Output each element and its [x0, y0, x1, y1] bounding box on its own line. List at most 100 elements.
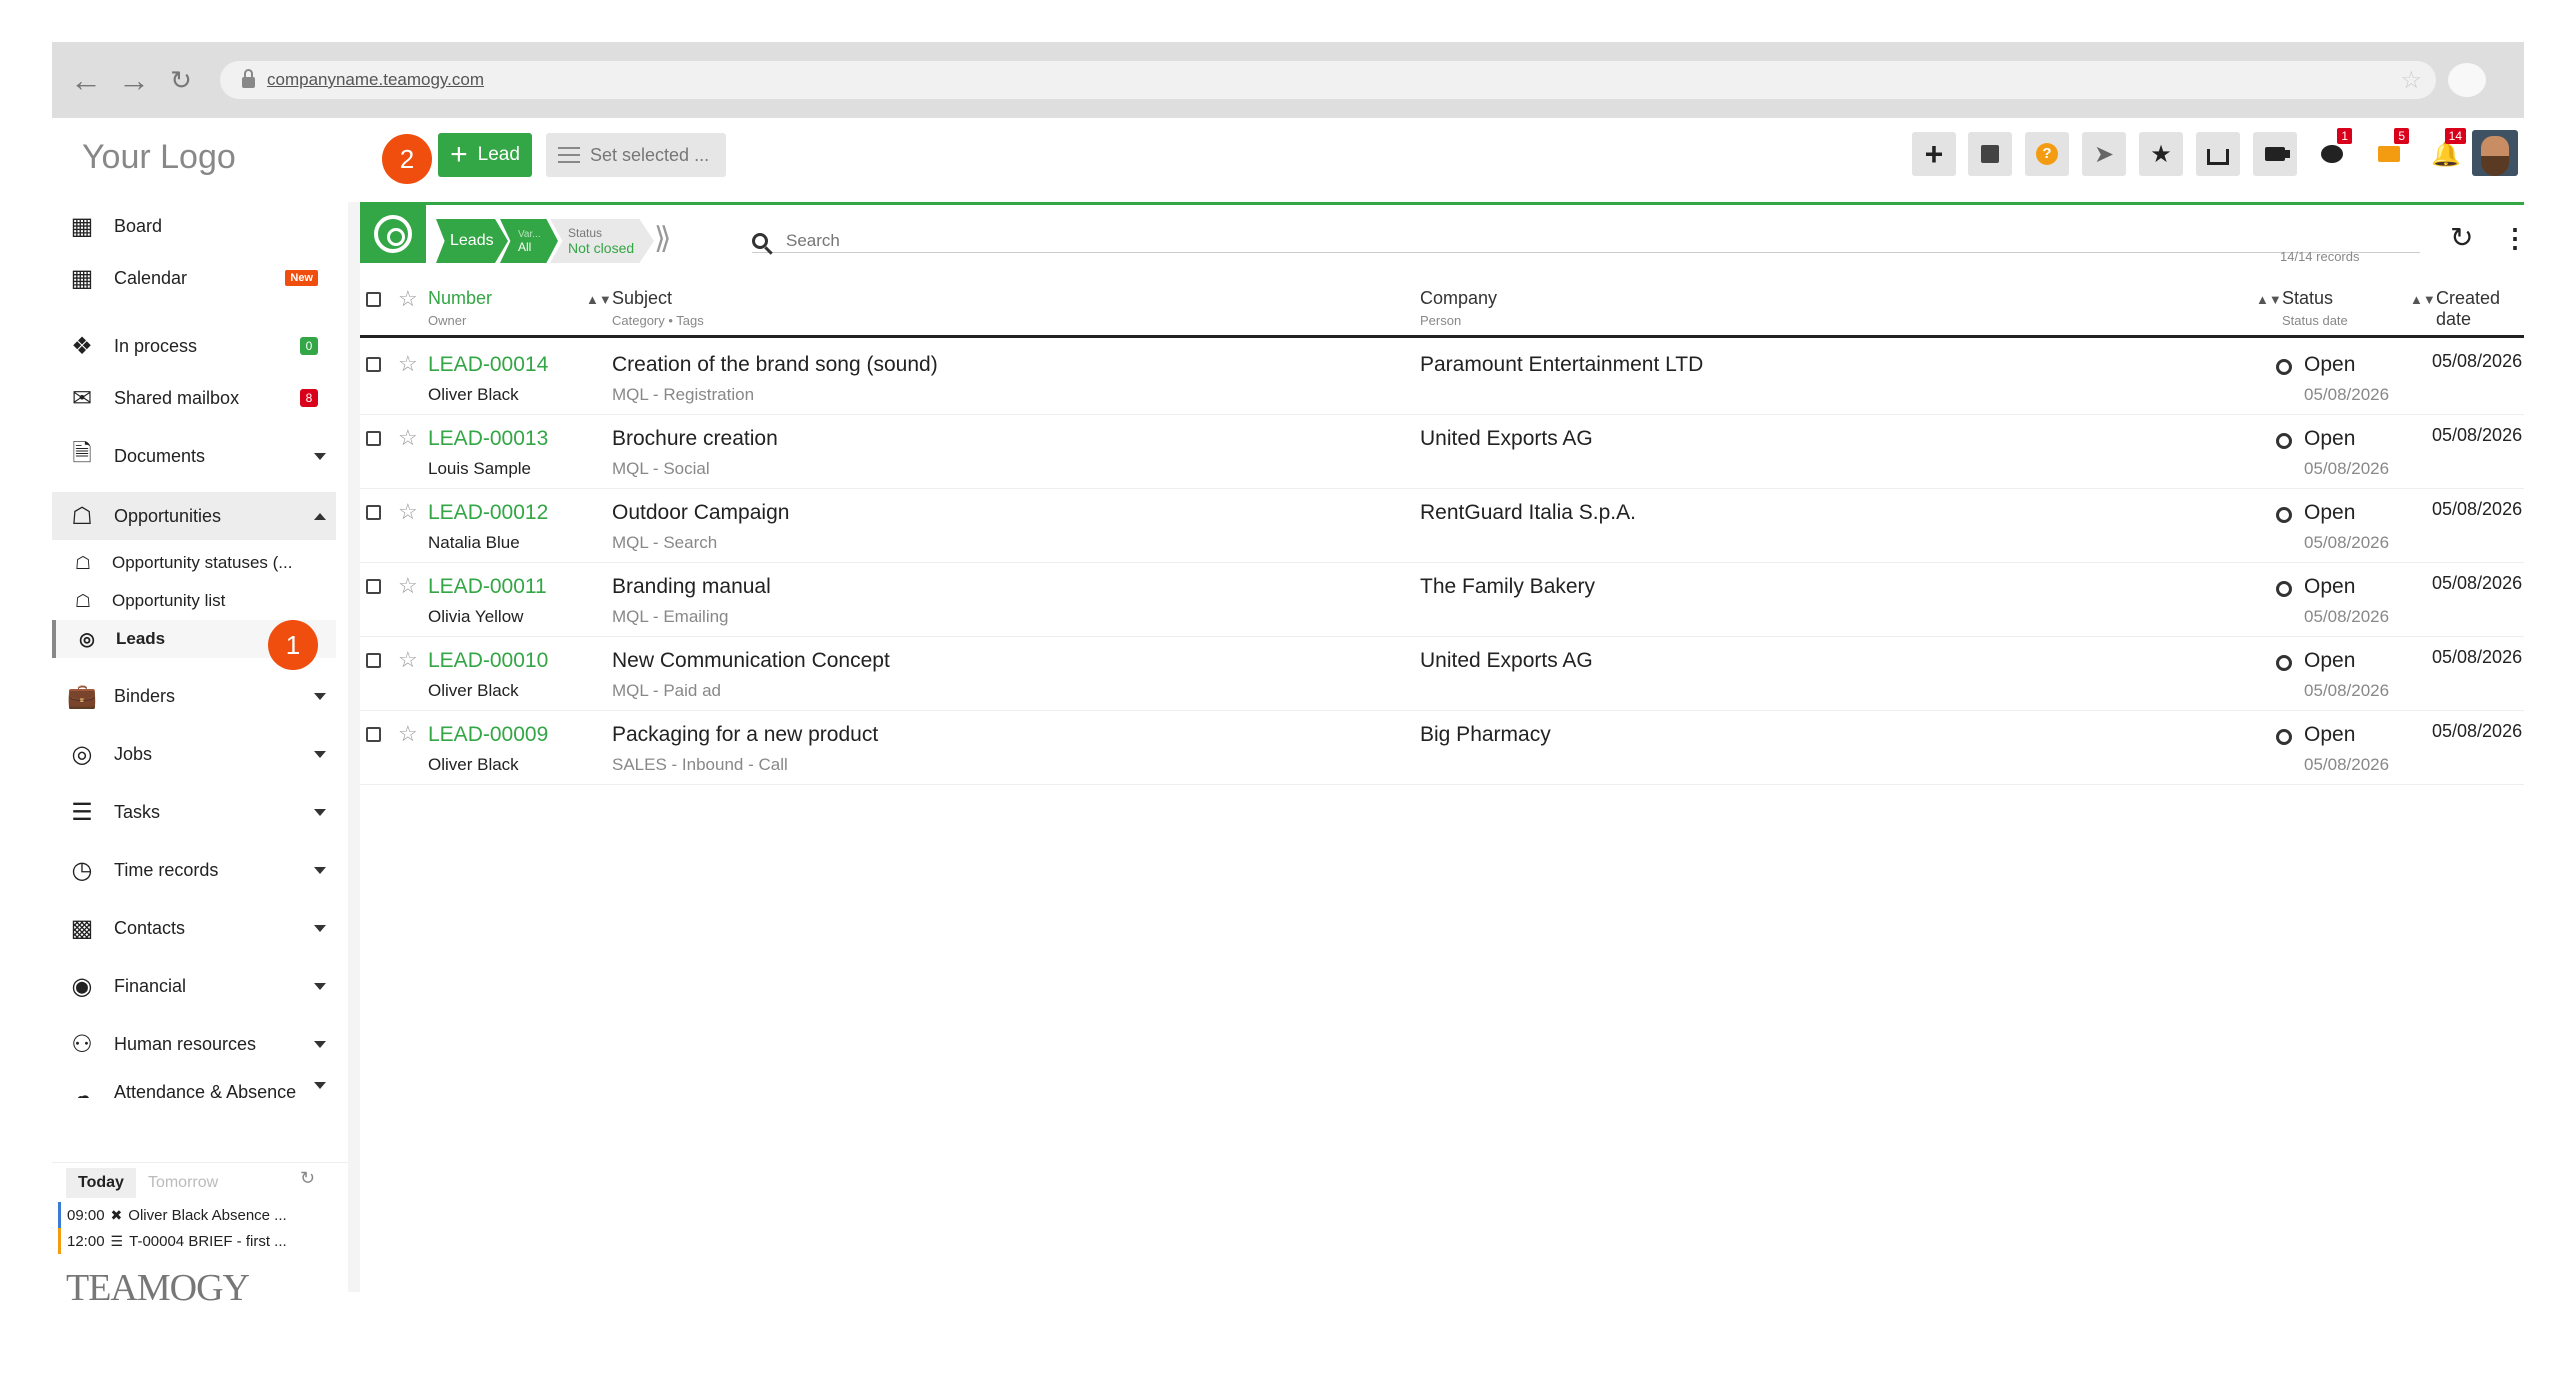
sidebar-item-board[interactable]: ▦ Board — [52, 204, 336, 248]
table-row[interactable]: ☆ LEAD-00014 Oliver Black Creation of the… — [360, 341, 2524, 415]
column-number-label: Number — [428, 288, 493, 308]
lead-number[interactable]: LEAD-00009 — [428, 723, 548, 747]
sort-icon[interactable]: ▲▼ — [2410, 292, 2436, 307]
lead-status: Open — [2304, 575, 2356, 598]
sidebar-item-human-resources[interactable]: ⚇ Human resources — [52, 1022, 336, 1066]
table-row[interactable]: ☆ LEAD-00010 Oliver Black New Communicati… — [360, 637, 2524, 711]
lead-subject: Brochure creation — [612, 427, 778, 450]
set-selected-button[interactable]: Set selected ... — [546, 133, 726, 177]
sidebar-item-opportunities[interactable]: ☖ Opportunities — [52, 492, 336, 540]
star-icon[interactable]: ☆ — [398, 647, 418, 673]
lead-number[interactable]: LEAD-00010 — [428, 649, 548, 673]
lead-number[interactable]: LEAD-00014 — [428, 353, 548, 377]
breadcrumb-variant[interactable]: Var... All — [500, 219, 558, 263]
more-options-icon[interactable]: ⋮ — [2502, 223, 2528, 254]
sidebar-item-tasks[interactable]: ☰ Tasks — [52, 790, 336, 834]
send-button[interactable]: ➤ — [2082, 132, 2126, 176]
tab-today[interactable]: Today — [66, 1168, 136, 1198]
table-row[interactable]: ☆ LEAD-00013 Louis Sample Brochure creati… — [360, 415, 2524, 489]
sidebar-item-in-process[interactable]: ❖ In process 0 — [52, 324, 336, 368]
sidebar-item-label: Calendar — [114, 267, 188, 288]
favorites-button[interactable]: ★ — [2139, 132, 2183, 176]
row-checkbox[interactable] — [366, 579, 381, 594]
forward-icon[interactable]: → — [118, 62, 150, 99]
status-filter-label: Status — [568, 226, 603, 240]
chat-button[interactable]: 1 — [2310, 128, 2354, 176]
bookmark-star-icon[interactable]: ☆ — [2400, 66, 2422, 95]
sidebar-item-shared-mailbox[interactable]: ✉ Shared mailbox 8 — [52, 376, 336, 420]
sidebar-subitem-opportunity-list[interactable]: ☖ Opportunity list — [52, 582, 336, 620]
lead-number[interactable]: LEAD-00012 — [428, 501, 548, 525]
leads-module-icon[interactable] — [360, 205, 426, 263]
search-input[interactable] — [786, 230, 2186, 251]
star-icon[interactable]: ☆ — [398, 499, 418, 525]
column-subject[interactable]: Subject Category • Tags — [612, 288, 704, 328]
select-all-checkbox[interactable] — [366, 292, 381, 307]
chevron-down-icon — [314, 1040, 326, 1048]
sidebar-item-calendar[interactable]: ▦ Calendar New — [52, 256, 336, 300]
lead-number[interactable]: LEAD-00013 — [428, 427, 548, 451]
star-icon[interactable]: ☆ — [398, 351, 418, 377]
row-checkbox[interactable] — [366, 653, 381, 668]
lead-owner: Olivia Yellow — [428, 607, 524, 626]
sidebar-item-jobs[interactable]: ◎ Jobs — [52, 732, 336, 776]
opportunity-icon: ☖ — [74, 552, 92, 573]
help-button[interactable]: ? — [2025, 132, 2069, 176]
agenda-refresh-icon[interactable]: ↻ — [300, 1168, 315, 1189]
notifications-button[interactable]: 🔔 14 — [2424, 128, 2468, 176]
chat-icon — [2321, 145, 2343, 163]
sidebar-item-financial[interactable]: ◉ Financial — [52, 964, 336, 1008]
sidebar-item-binders[interactable]: 💼 Binders — [52, 674, 336, 718]
star-icon[interactable]: ☆ — [398, 573, 418, 599]
inbox-button[interactable] — [2196, 132, 2240, 176]
refresh-icon[interactable]: ↻ — [2450, 221, 2473, 254]
row-checkbox[interactable] — [366, 505, 381, 520]
column-number[interactable]: Number Owner — [428, 288, 492, 328]
company-logo: Your Logo — [82, 138, 236, 176]
tab-tomorrow[interactable]: Tomorrow — [136, 1168, 230, 1198]
status-circle-icon — [2276, 729, 2292, 745]
messages-button[interactable]: 5 — [2367, 128, 2411, 176]
add-lead-button[interactable]: + Lead — [438, 133, 532, 177]
user-avatar[interactable] — [2472, 130, 2518, 176]
notes-button[interactable] — [1968, 132, 2012, 176]
agenda-text: T-00004 BRIEF - first ... — [129, 1232, 287, 1250]
lead-number[interactable]: LEAD-00011 — [428, 575, 547, 599]
sidebar-item-attendance[interactable]: ☁ Attendance & Absence — [52, 1072, 336, 1098]
sidebar-item-time-records[interactable]: ◷ Time records — [52, 848, 336, 892]
reload-icon[interactable]: ↻ — [166, 65, 196, 96]
variant-value: All — [518, 239, 532, 254]
address-bar[interactable]: companyname.teamogy.com ☆ — [220, 61, 2436, 99]
back-icon[interactable]: ← — [70, 62, 102, 99]
breadcrumb-leads[interactable]: Leads — [436, 219, 508, 263]
row-checkbox[interactable] — [366, 357, 381, 372]
lead-category: MQL - Search — [612, 533, 718, 552]
row-checkbox[interactable] — [366, 431, 381, 446]
breadcrumb-status-filter[interactable]: Status Not closed — [550, 219, 654, 263]
column-status[interactable]: Status Status date — [2282, 288, 2348, 328]
sort-icon[interactable]: ▲▼ — [2256, 292, 2282, 307]
search-bar — [752, 229, 2420, 253]
table-row[interactable]: ☆ LEAD-00012 Natalia Blue Outdoor Campaig… — [360, 489, 2524, 563]
column-created-date[interactable]: Created date — [2436, 288, 2524, 330]
add-filter-icon[interactable]: ⟩⟩ — [654, 221, 672, 256]
sidebar-item-contacts[interactable]: ▩ Contacts — [52, 906, 336, 950]
leads-icon: ◎ — [79, 628, 95, 649]
sidebar-item-documents[interactable]: 🗎 Documents — [52, 434, 336, 478]
star-icon[interactable]: ☆ — [398, 721, 418, 747]
star-icon[interactable]: ☆ — [398, 425, 418, 451]
create-new-button[interactable]: + — [1912, 132, 1956, 176]
video-call-button[interactable] — [2253, 132, 2297, 176]
add-lead-label: Lead — [477, 144, 520, 165]
row-checkbox[interactable] — [366, 727, 381, 742]
browser-profile-icon[interactable] — [2448, 63, 2486, 97]
sidebar-subitem-opportunity-statuses[interactable]: ☖ Opportunity statuses (... — [52, 544, 336, 582]
column-company[interactable]: Company Person — [1420, 288, 1497, 328]
sidebar: ▦ Board ▦ Calendar New ❖ In process 0 ✉ Shared… — [52, 202, 348, 1309]
agenda-item[interactable]: 12:00 ☰ T-00004 BRIEF - first ... — [58, 1228, 338, 1254]
chevron-up-icon — [314, 512, 326, 520]
table-row[interactable]: ☆ LEAD-00011 Olivia Yellow Branding manua… — [360, 563, 2524, 637]
table-row[interactable]: ☆ LEAD-00009 Oliver Black Packaging for a… — [360, 711, 2524, 785]
agenda-item[interactable]: 09:00 ✖ Oliver Black Absence ... — [58, 1202, 338, 1228]
sort-icon[interactable]: ▲▼ — [586, 292, 612, 307]
